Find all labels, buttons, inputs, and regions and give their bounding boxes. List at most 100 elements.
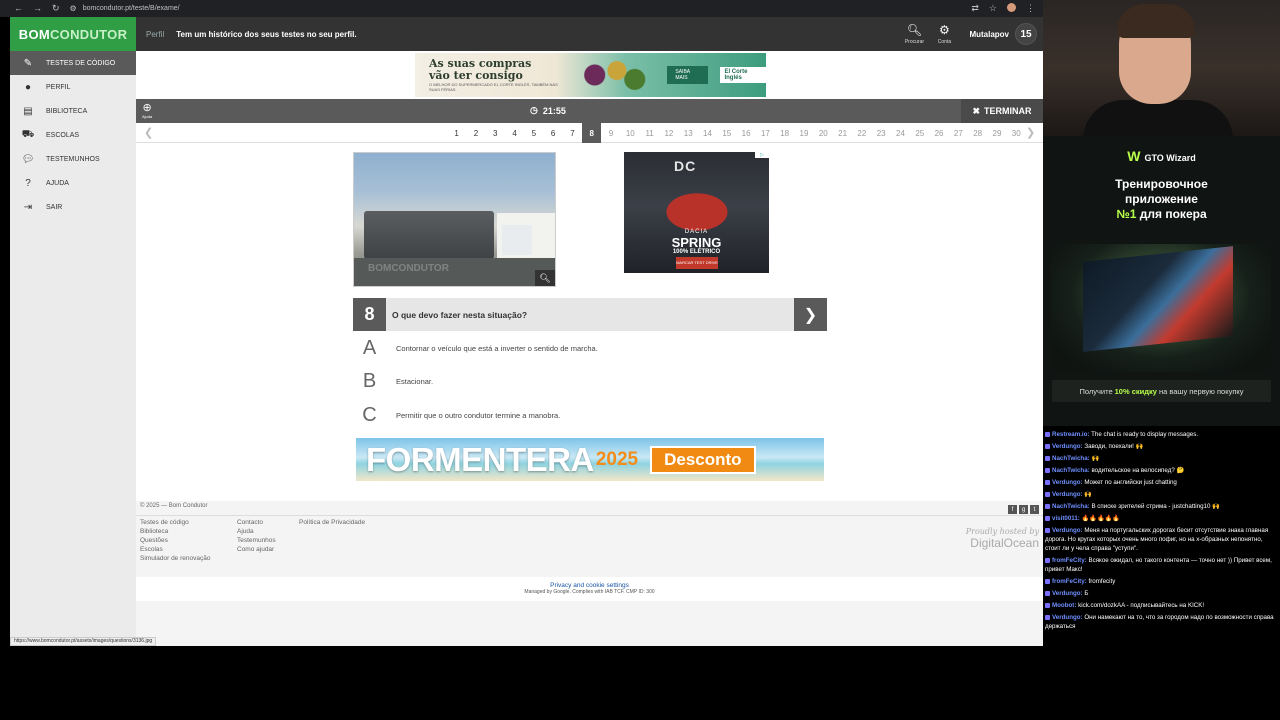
question-number-13[interactable]: 13: [679, 123, 698, 143]
footer-link[interactable]: Testes de código: [140, 519, 210, 526]
next-page-icon[interactable]: ❯: [1026, 126, 1035, 139]
sidebar-item-sair[interactable]: ⇥ Sair: [10, 195, 136, 219]
question-number-11[interactable]: 11: [640, 123, 659, 143]
forward-icon[interactable]: →: [33, 3, 42, 14]
chat-nick: fromFeCity:: [1052, 578, 1087, 585]
ad-banner-bottom[interactable]: FORMENTERA 2025 Desconto: [356, 438, 824, 481]
question-number-17[interactable]: 17: [756, 123, 775, 143]
sidebar-item-biblioteca[interactable]: ▤ Biblioteca: [10, 99, 136, 123]
bookmark-star-icon[interactable]: ☆: [989, 3, 997, 14]
clock-icon: ◷: [530, 105, 538, 115]
search-button[interactable]: 🔍︎ Procurar: [899, 23, 929, 45]
question-number-4[interactable]: 4: [505, 123, 524, 143]
ad-side-banner[interactable]: ▷ DC DACIA SPRING 100% ELÉTRICO MARCAR T…: [624, 152, 769, 273]
question-number-14[interactable]: 14: [698, 123, 717, 143]
footer-link[interactable]: Contacto: [237, 519, 276, 526]
question-number-24[interactable]: 24: [891, 123, 910, 143]
question-number-3[interactable]: 3: [486, 123, 505, 143]
web-page: B OM CONDUTOR Perfil Tem um histórico dos …: [10, 17, 1043, 646]
question-number-9[interactable]: 9: [601, 123, 620, 143]
question-number-8[interactable]: 8: [582, 123, 602, 143]
chat-nick: Verdungo:: [1052, 614, 1083, 621]
facebook-icon[interactable]: f: [1008, 505, 1017, 514]
finish-button[interactable]: ✖ TERMINAR: [961, 99, 1043, 123]
question-number-25[interactable]: 25: [910, 123, 929, 143]
question-number-30[interactable]: 30: [1007, 123, 1026, 143]
adchoices-icon[interactable]: ▷: [755, 152, 769, 158]
sidebar-item-ajuda[interactable]: ? Ajuda: [10, 171, 136, 195]
back-icon[interactable]: ←: [14, 3, 23, 14]
platform-icon: [1045, 614, 1050, 620]
ad-bottom-cta[interactable]: Desconto: [650, 445, 756, 474]
next-question-button[interactable]: ❯: [794, 298, 827, 331]
answer-option-c[interactable]: C Permitir que o outro condutor termine …: [353, 399, 827, 432]
question-number-16[interactable]: 16: [736, 123, 755, 143]
username[interactable]: Mutalapov: [969, 30, 1009, 39]
platform-icon: [1045, 479, 1050, 485]
question-number-22[interactable]: 22: [852, 123, 871, 143]
footer-link[interactable]: Questões: [140, 537, 210, 544]
twitter-icon[interactable]: t: [1030, 505, 1039, 514]
question-number-2[interactable]: 2: [466, 123, 485, 143]
site-header: B OM CONDUTOR Perfil Tem um histórico dos …: [10, 17, 1043, 51]
exam-timer: ◷ 21:55: [530, 105, 566, 116]
question-number-6[interactable]: 6: [543, 123, 562, 143]
question-number-1[interactable]: 1: [447, 123, 466, 143]
question-photo[interactable]: BOMCONDUTOR 🔍︎: [353, 152, 556, 287]
translate-icon[interactable]: ⇄: [971, 3, 979, 14]
chat-message: Verdungo: Заводи, поехали! 🙌: [1045, 442, 1277, 451]
profile-avatar-icon[interactable]: [1007, 3, 1016, 12]
question-number-7[interactable]: 7: [563, 123, 582, 143]
ad-side-cta[interactable]: MARCAR TEST DRIVE: [676, 257, 718, 269]
sidebar-item-testemunhos[interactable]: 💬︎ Testemunhos: [10, 147, 136, 171]
question-number-12[interactable]: 12: [659, 123, 678, 143]
answer-option-a[interactable]: A Contornar o veículo que está a inverte…: [353, 332, 827, 365]
site-logo[interactable]: B OM CONDUTOR: [10, 17, 136, 51]
chat-nick: NachTwicha:: [1052, 503, 1090, 510]
footer-link[interactable]: Testemunhos: [237, 537, 276, 544]
question-number-27[interactable]: 27: [949, 123, 968, 143]
chat-text: 🙌: [1091, 455, 1100, 462]
help-button[interactable]: ⊕ Ajuda: [142, 101, 152, 119]
question-number-20[interactable]: 20: [814, 123, 833, 143]
prev-page-icon[interactable]: ❮: [144, 126, 153, 139]
ad-banner-top[interactable]: As suas compras vão ter consigo O MELHOR…: [415, 53, 766, 97]
question-number-5[interactable]: 5: [524, 123, 543, 143]
question-number-19[interactable]: 19: [794, 123, 813, 143]
platform-icon: [1045, 578, 1050, 584]
question-number-28[interactable]: 28: [968, 123, 987, 143]
address-bar[interactable]: bomcondutor.pt/teste/B/exame/: [83, 5, 180, 12]
footer-link[interactable]: Ajuda: [237, 528, 276, 535]
question-number-21[interactable]: 21: [833, 123, 852, 143]
footer-link[interactable]: Simulador de renovação: [140, 555, 210, 562]
question-number-15[interactable]: 15: [717, 123, 736, 143]
question-number-18[interactable]: 18: [775, 123, 794, 143]
gto-wizard-ad: W GTO Wizard Тренировочное приложение №1 …: [1043, 136, 1280, 426]
answer-option-b[interactable]: B Estacionar.: [353, 365, 827, 398]
chat-nick: Verdungo:: [1052, 491, 1083, 498]
footer-link[interactable]: Política de Privacidade: [299, 519, 365, 526]
sidebar-item-perfil[interactable]: ● Perfil: [10, 75, 136, 99]
menu-icon[interactable]: ⋮: [1026, 3, 1035, 14]
ad-cta-button[interactable]: SAIBA MAIS: [667, 66, 709, 84]
site-info-icon[interactable]: ⚙: [70, 4, 77, 13]
zoom-icon[interactable]: 🔍︎: [535, 270, 555, 286]
footer-link[interactable]: Escolas: [140, 546, 210, 553]
question-number-23[interactable]: 23: [872, 123, 891, 143]
footer-link[interactable]: Biblioteca: [140, 528, 210, 535]
question-number-26[interactable]: 26: [929, 123, 948, 143]
perfil-link[interactable]: Perfil: [146, 30, 164, 39]
question-number-29[interactable]: 29: [987, 123, 1006, 143]
sidebar-item-testes[interactable]: ✎ Testes de código: [10, 51, 136, 75]
account-button[interactable]: ⚙ Conta: [929, 23, 959, 45]
ad-vegetables-image: [568, 53, 658, 97]
footer-link[interactable]: Como ajudar: [237, 546, 276, 553]
hosted-by[interactable]: Proudly hosted by DigitalOcean: [966, 527, 1039, 550]
chat-text: Может по английски just chatting: [1084, 479, 1177, 486]
google-plus-icon[interactable]: g: [1019, 505, 1028, 514]
chat-message: Verdungo: 🙌: [1045, 490, 1277, 499]
sidebar-item-escolas[interactable]: ⛟ Escolas: [10, 123, 136, 147]
privacy-link[interactable]: Privacy and cookie settings: [136, 582, 1043, 589]
reload-icon[interactable]: ↻: [52, 3, 60, 14]
question-number-10[interactable]: 10: [621, 123, 640, 143]
